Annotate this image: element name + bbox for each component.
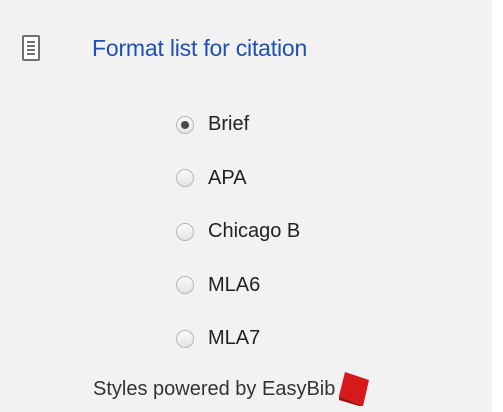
option-label: Brief — [208, 113, 250, 136]
citation-format-panel: Format list for citation Brief APA Chica… — [0, 0, 492, 412]
radio-button[interactable] — [176, 169, 194, 188]
document-icon — [22, 35, 40, 61]
citation-option-apa[interactable]: APA — [176, 152, 476, 206]
radio-button[interactable] — [176, 276, 194, 295]
panel-header: Format list for citation — [22, 26, 307, 70]
easybib-logo-icon — [339, 372, 370, 406]
radio-button[interactable] — [176, 329, 194, 348]
format-list-for-citation-link[interactable]: Format list for citation — [92, 35, 307, 62]
powered-by-footer: Styles powered by EasyBib — [93, 372, 370, 406]
citation-option-mla7[interactable]: MLA7 — [176, 312, 476, 366]
option-label: APA — [208, 166, 247, 189]
option-label: MLA6 — [208, 273, 261, 296]
option-label: MLA7 — [208, 327, 261, 350]
option-label: Chicago B — [208, 220, 301, 243]
powered-by-text: Styles powered by EasyBib — [93, 377, 336, 400]
citation-option-chicago-b[interactable]: Chicago B — [176, 205, 476, 259]
citation-option-brief[interactable]: Brief — [176, 98, 476, 152]
radio-button[interactable] — [176, 222, 194, 241]
radio-button[interactable] — [176, 115, 194, 134]
citation-option-mla6[interactable]: MLA6 — [176, 259, 476, 313]
citation-style-radio-group: Brief APA Chicago B MLA6 MLA7 — [176, 98, 476, 366]
